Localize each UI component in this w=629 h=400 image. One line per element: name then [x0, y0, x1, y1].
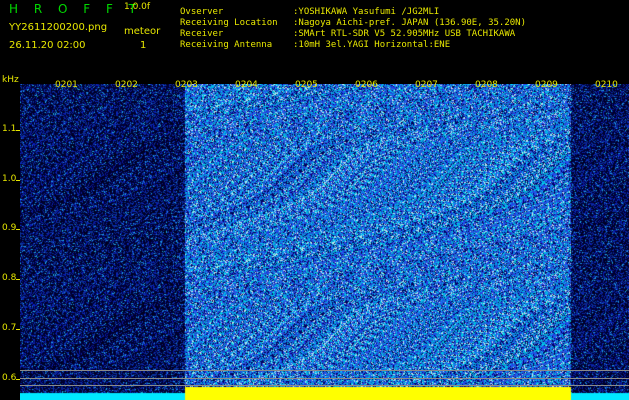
- minute-label: 0204: [235, 80, 258, 90]
- reference-line: [20, 378, 629, 379]
- freq-tick-mark: [16, 229, 20, 230]
- freq-tick-mark: [16, 379, 20, 380]
- freq-tick-mark: [16, 180, 20, 181]
- header-panel: H R O F F T 1.0.0f YY2611200200.png mete…: [0, 0, 629, 76]
- meteor-label: meteor: [124, 26, 161, 37]
- minute-label: 0209: [535, 80, 558, 90]
- minute-label: 0202: [115, 80, 138, 90]
- receiver-value: :SMArt RTL-SDR V5 52.905MHz USB TACHIKAW…: [293, 29, 516, 39]
- frequency-unit-label: kHz: [2, 75, 19, 85]
- minute-label: 0208: [475, 80, 498, 90]
- freq-tick-mark: [16, 130, 20, 131]
- minute-label: 0205: [295, 80, 318, 90]
- freq-tick-label: 0.9: [2, 223, 17, 233]
- meteor-count: 1: [140, 40, 147, 51]
- reference-line: [20, 385, 629, 386]
- observer-key: Ovserver: [180, 7, 224, 17]
- minute-label: 0201: [55, 80, 78, 90]
- location-row: Receiving Location :Nagoya Aichi-pref. J…: [180, 18, 526, 29]
- minute-label: 0210: [595, 80, 618, 90]
- freq-tick-label: 1.1: [2, 124, 17, 134]
- receiver-key: Receiver: [180, 29, 224, 39]
- observer-value: :YOSHIKAWA Yasufumi /JG2MLI: [293, 7, 440, 17]
- freq-tick-label: 0.7: [2, 323, 17, 333]
- file-name: YY2611200200.png: [9, 22, 108, 33]
- version-label: 1.0.0f: [124, 2, 151, 12]
- datetime-label: 26.11.20 02:00: [9, 40, 86, 51]
- minute-label: 0203: [175, 80, 198, 90]
- spectrogram-canvas: [20, 84, 629, 400]
- observer-row: Ovserver :YOSHIKAWA Yasufumi /JG2MLI: [180, 7, 526, 18]
- antenna-row: Receiving Antenna :10mH 3el.YAGI Horizon…: [180, 40, 526, 51]
- freq-tick-label: 1.0: [2, 174, 17, 184]
- station-info: Ovserver :YOSHIKAWA Yasufumi /JG2MLI Rec…: [180, 7, 526, 51]
- location-key: Receiving Location: [180, 18, 278, 28]
- reference-line: [20, 370, 629, 371]
- spectrogram: [20, 84, 629, 400]
- antenna-key: Receiving Antenna: [180, 40, 273, 50]
- freq-tick-label: 0.6: [2, 373, 17, 383]
- antenna-value: :10mH 3el.YAGI Horizontal:ENE: [293, 40, 451, 50]
- receiver-row: Receiver :SMArt RTL-SDR V5 52.905MHz USB…: [180, 29, 526, 40]
- location-value: :Nagoya Aichi-pref. JAPAN (136.90E, 35.2…: [293, 18, 526, 28]
- minute-label: 0206: [355, 80, 378, 90]
- app-title: H R O F F T: [9, 2, 143, 16]
- minute-label: 0207: [415, 80, 438, 90]
- freq-tick-mark: [16, 329, 20, 330]
- freq-tick-mark: [16, 279, 20, 280]
- freq-tick-label: 0.8: [2, 273, 17, 283]
